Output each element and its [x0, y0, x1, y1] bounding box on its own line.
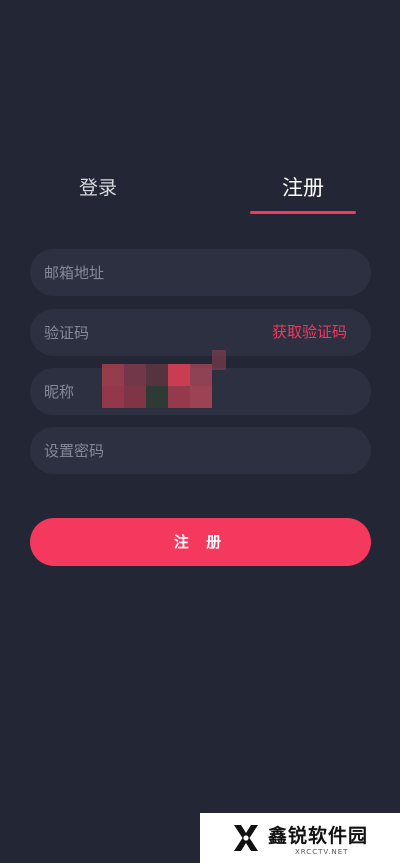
auth-tabs: 登录 注册 [0, 168, 400, 218]
register-screen: 登录 注册 获取验证码 注 册 [0, 0, 400, 863]
active-tab-indicator [250, 211, 356, 214]
get-code-button[interactable]: 获取验证码 [272, 309, 347, 356]
password-input[interactable] [44, 427, 244, 474]
register-submit-button[interactable]: 注 册 [30, 518, 371, 566]
email-input[interactable] [44, 249, 244, 296]
nickname-field-container [30, 350, 371, 415]
x-logo-icon [234, 825, 258, 851]
watermark: 鑫锐软件园 XRCCTV.NET [200, 813, 400, 863]
tab-register-label: 注册 [282, 176, 324, 200]
password-field-container [30, 427, 371, 474]
tab-login[interactable]: 登录 [58, 168, 138, 216]
watermark-url: XRCCTV.NET [295, 848, 349, 856]
tab-login-label: 登录 [78, 177, 117, 199]
pixelated-redaction [102, 350, 226, 414]
tab-register[interactable]: 注册 [250, 168, 356, 216]
email-field-container [30, 249, 371, 296]
code-field-container: 获取验证码 [30, 309, 371, 356]
verification-code-input[interactable] [44, 309, 244, 356]
watermark-name: 鑫锐软件园 [268, 825, 369, 847]
